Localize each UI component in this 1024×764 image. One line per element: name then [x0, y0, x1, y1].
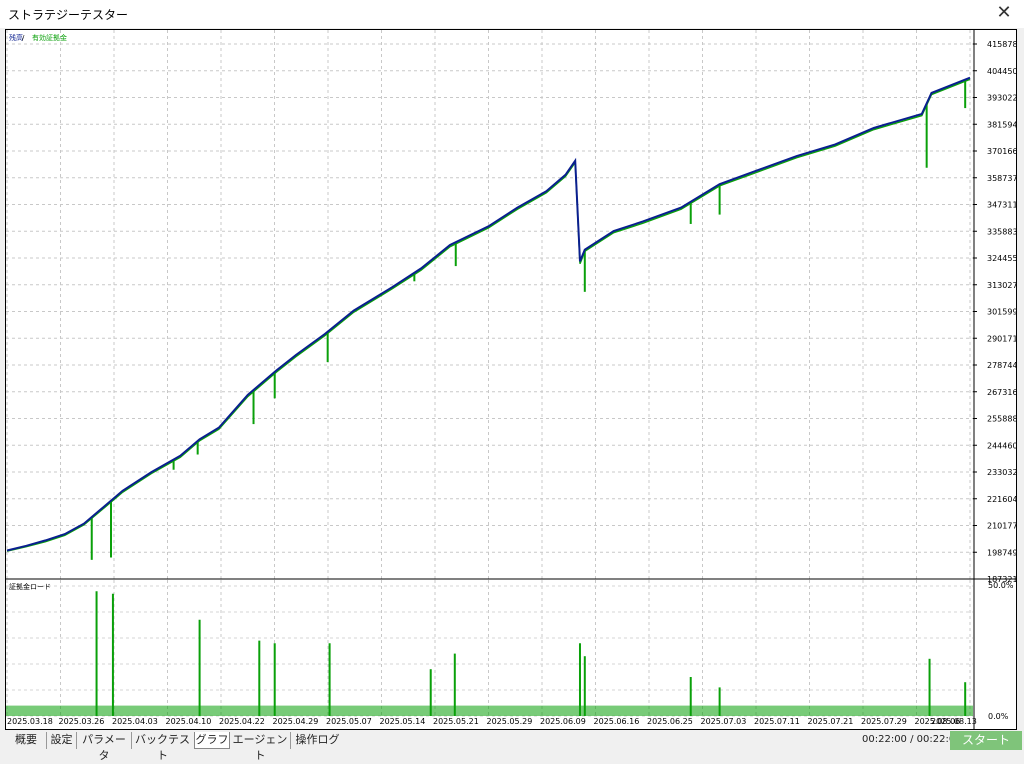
tab-journal[interactable]: 操作ログ — [290, 732, 344, 749]
y-tick-label: 210177 — [987, 522, 1016, 531]
tab-agents[interactable]: エージェント — [230, 732, 290, 762]
chart-panel: 415878 404450 393022 381594 370166 358737 3473… — [5, 29, 1018, 730]
y-tick-label: 233032 — [987, 468, 1016, 477]
legend-equity: 有効証拠金 — [32, 33, 67, 42]
y-tick-label: 221604 — [987, 495, 1016, 504]
x-tick-label: 2025.07.29 — [861, 717, 907, 726]
x-tick-label: 2025.06.16 — [594, 717, 640, 726]
x-tick-label: 2025.03.26 — [59, 717, 105, 726]
x-tick-label: 2025.05.07 — [326, 717, 372, 726]
load-baseline — [6, 705, 973, 716]
x-tick-label: 2025.03.18 — [7, 717, 53, 726]
x-tick-label: 2025.05.14 — [380, 717, 426, 726]
y-tick-label: 255888 — [987, 415, 1016, 424]
x-tick-label: 2025.04.22 — [219, 717, 265, 726]
tab-backtest[interactable]: バックテスト — [131, 732, 193, 762]
y-tick-label: 198749 — [987, 548, 1016, 557]
load-title: 証拠金ロード — [9, 582, 51, 591]
legend-balance: 残高 — [9, 33, 23, 42]
y-tick-label: 381594 — [987, 120, 1016, 129]
y-tick-label: 244460 — [987, 441, 1016, 450]
tab-parameters[interactable]: パラメータ — [76, 732, 131, 762]
y-tick-label: 335883 — [987, 227, 1016, 236]
y-tick-label: 278744 — [987, 361, 1016, 370]
x-tick-label: 2025.06.09 — [540, 717, 586, 726]
elapsed-time: 00:22:00 / 00:22:01 — [862, 734, 962, 745]
y-tick-label: 290171 — [987, 334, 1016, 343]
title-bar: ストラテジーテスター ✕ — [0, 0, 1024, 28]
y-tick-label: 324455 — [987, 254, 1016, 263]
window-title: ストラテジーテスター — [8, 8, 129, 22]
y-tick-label: 313027 — [987, 281, 1016, 290]
y-tick-label: 267316 — [987, 388, 1016, 397]
x-tick-label: 2025.04.29 — [273, 717, 319, 726]
y-tick-label: 404450 — [987, 67, 1016, 76]
tab-summary[interactable]: 概要 — [6, 732, 46, 749]
x-tick-label: 2025.04.10 — [166, 717, 212, 726]
strategy-chart: 415878 404450 393022 381594 370166 358737 3473… — [6, 30, 1018, 729]
tab-settings[interactable]: 設定 — [46, 732, 76, 749]
y-tick-label: 415878 — [987, 40, 1016, 49]
x-tick-label: 2025.07.21 — [808, 717, 854, 726]
close-icon[interactable]: ✕ — [994, 2, 1014, 23]
x-tick-label: 2025.04.03 — [112, 717, 158, 726]
load-top-label: 50.0% — [988, 581, 1014, 590]
tab-graph[interactable]: グラフ — [194, 732, 230, 749]
y-tick-label: 393022 — [987, 94, 1016, 103]
load-bottom-label: 0.0% — [988, 712, 1009, 721]
y-tick-label: 370166 — [987, 147, 1016, 156]
x-tick-label: 2025.05.29 — [487, 717, 533, 726]
start-button[interactable]: スタート — [950, 731, 1022, 750]
y-tick-label: 358737 — [987, 174, 1016, 183]
y-tick-label: 347311 — [987, 201, 1016, 210]
x-tick-label: 2025.08.13 — [931, 717, 977, 726]
x-tick-label: 2025.07.03 — [701, 717, 747, 726]
x-tick-label: 2025.06.25 — [647, 717, 693, 726]
x-tick-label: 2025.07.11 — [754, 717, 800, 726]
bottom-bar: 概要 設定 パラメータ バックテスト グラフ エージェント 操作ログ 00:22… — [0, 730, 1024, 762]
legend-separator: / — [22, 34, 25, 42]
y-tick-label: 301599 — [987, 308, 1016, 317]
x-tick-label: 2025.05.21 — [433, 717, 479, 726]
